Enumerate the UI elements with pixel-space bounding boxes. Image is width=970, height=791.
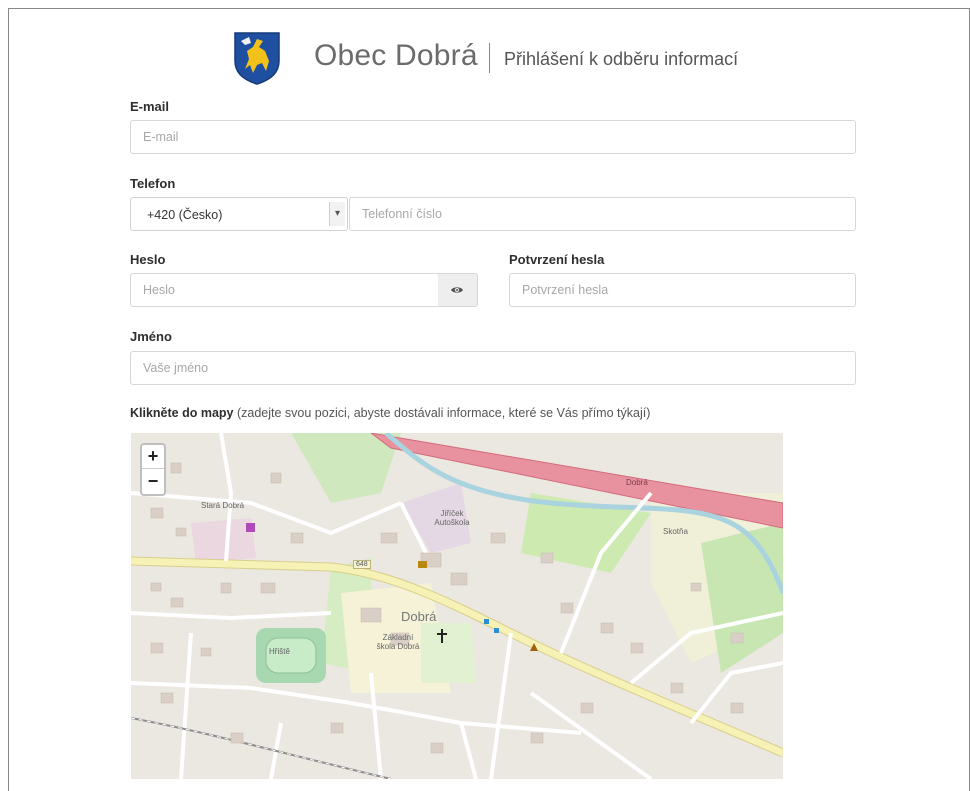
show-password-button[interactable] <box>438 273 478 307</box>
name-label: Jméno <box>130 329 172 344</box>
road-number-shield: 648 <box>353 560 371 569</box>
country-code-select[interactable]: +420 (Česko) ▾ <box>130 197 348 231</box>
municipality-crest-icon <box>234 32 280 85</box>
phone-label: Telefon <box>130 176 176 191</box>
password-confirm-label: Potvrzení hesla <box>509 252 605 267</box>
map-label-dobra: Dobrá <box>401 609 437 624</box>
zoom-control: + − <box>140 443 166 496</box>
location-map[interactable]: + − Stará Dobrá Jiříček Autoškola Dobrá … <box>131 433 783 779</box>
email-label: E-mail <box>130 99 170 114</box>
map-instruction-bold: Klikněte do mapy <box>130 406 234 420</box>
site-title: Obec Dobrá <box>314 39 478 72</box>
map-label-autoskola: Jiříček Autoškola <box>434 509 470 527</box>
eye-icon <box>451 287 463 293</box>
map-label-skola: Základní škola Dobrá <box>376 633 420 651</box>
header-divider <box>489 43 490 73</box>
page-subtitle: Přihlášení k odběru informací <box>504 49 739 69</box>
phone-input[interactable] <box>349 197 856 231</box>
password-label: Heslo <box>130 252 166 267</box>
map-instruction-detail: (zadejte svou pozici, abyste dostávali i… <box>236 406 651 420</box>
password-confirm-input[interactable] <box>509 273 856 307</box>
password-input[interactable] <box>130 273 439 307</box>
map-label-hriste: Hřiště <box>269 647 290 656</box>
name-input[interactable] <box>130 351 856 385</box>
map-tiles <box>131 433 783 779</box>
map-instruction: Klikněte do mapy (zadejte svou pozici, a… <box>130 406 650 420</box>
map-label-highway: Dobrá <box>626 478 648 487</box>
email-input[interactable] <box>130 120 856 154</box>
page-frame: Obec Dobrá Přihlášení k odběru informací… <box>8 8 970 791</box>
country-code-value: +420 (Česko) <box>147 208 223 222</box>
zoom-in-button[interactable]: + <box>142 445 164 469</box>
chevron-down-icon[interactable]: ▾ <box>329 202 345 226</box>
zoom-out-button[interactable]: − <box>142 470 164 494</box>
map-label-skotna: Skotňa <box>663 527 688 536</box>
page-header: Obec Dobrá Přihlášení k odběru informací <box>9 25 969 87</box>
map-label-stara-dobra: Stará Dobrá <box>201 501 245 510</box>
